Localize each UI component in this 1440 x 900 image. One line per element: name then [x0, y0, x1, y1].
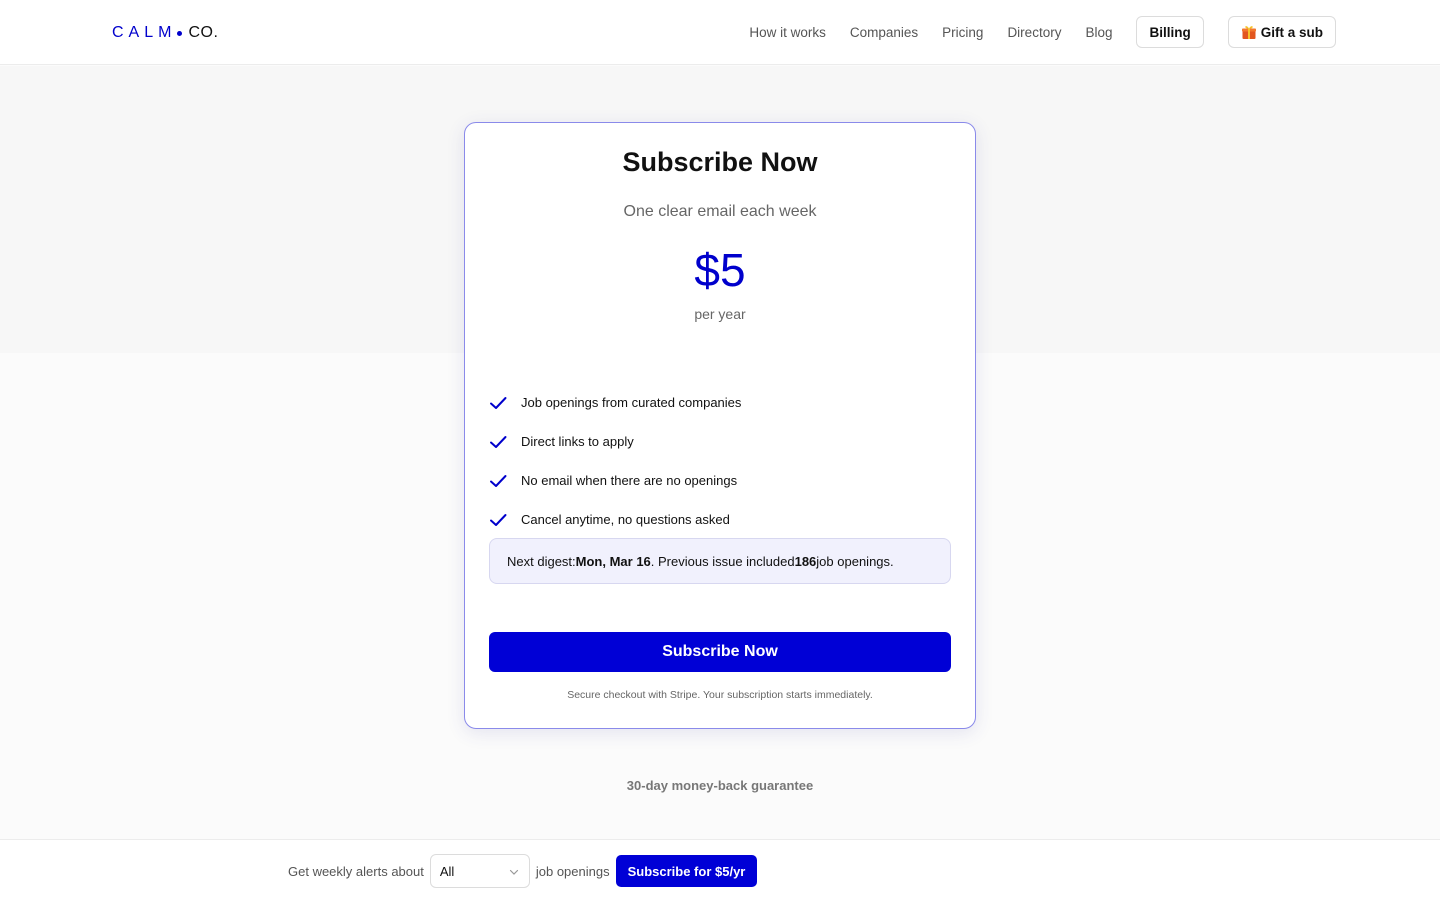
main-nav: How it works Companies Pricing Directory…	[749, 16, 1336, 48]
nav-link-pricing[interactable]: Pricing	[942, 25, 983, 40]
digest-middle: . Previous issue included	[650, 553, 795, 569]
feature-text: Direct links to apply	[521, 434, 634, 449]
alert-bar-prefix: Get weekly alerts about	[288, 863, 424, 879]
digest-suffix: job openings.	[816, 553, 894, 569]
logo-calm-text: CALM	[112, 24, 177, 41]
nav-link-companies[interactable]: Companies	[850, 25, 918, 40]
feature-text: Job openings from curated companies	[521, 395, 742, 410]
subscribe-for-price-button[interactable]: Subscribe for $5/yr	[615, 855, 758, 887]
gift-a-sub-button[interactable]: Gift a sub	[1227, 16, 1336, 48]
alert-bar-content: Get weekly alerts about All job openings…	[288, 854, 758, 888]
digest-count: 186	[794, 553, 817, 569]
nav-link-blog[interactable]: Blog	[1085, 25, 1112, 40]
site-header: CALM CO. How it works Companies Pricing …	[0, 0, 1440, 65]
feature-text: No email when there are no openings	[521, 473, 738, 488]
pricing-card: Subscribe Now One clear email each week …	[464, 122, 976, 729]
price-amount: $5	[694, 244, 746, 296]
digest-date: Mon, Mar 16	[575, 553, 651, 569]
alert-bar-suffix: job openings	[535, 863, 610, 879]
chevron-down-icon	[509, 869, 518, 875]
billing-button[interactable]: Billing	[1136, 16, 1204, 48]
pricing-card-title: Subscribe Now	[622, 147, 818, 177]
check-icon	[490, 513, 507, 526]
secure-checkout-note: Secure checkout with Stripe. Your subscr…	[567, 689, 873, 701]
site-logo[interactable]: CALM CO.	[112, 22, 218, 44]
logo-dot	[177, 30, 183, 36]
category-select[interactable]: All	[429, 854, 530, 888]
gift-a-sub-label: Gift a sub	[1260, 24, 1323, 40]
feature-list: Job openings from curated companies Dire…	[489, 383, 949, 539]
feature-item: Job openings from curated companies	[489, 383, 949, 422]
nav-link-how-it-works[interactable]: How it works	[749, 25, 826, 40]
subscribe-now-button[interactable]: Subscribe Now	[489, 632, 951, 672]
nav-link-directory[interactable]: Directory	[1007, 25, 1061, 40]
check-icon	[490, 396, 507, 409]
pricing-card-subtitle: One clear email each week	[623, 203, 817, 220]
check-icon	[490, 435, 507, 448]
logo-co-text: CO.	[188, 24, 219, 41]
money-back-guarantee: 30-day money-back guarantee	[626, 778, 814, 793]
digest-prefix: Next digest:	[507, 553, 576, 569]
check-icon	[490, 474, 507, 487]
next-digest-info: Next digest: Mon, Mar 16. Previous issue…	[489, 538, 951, 584]
gift-icon	[1241, 26, 1256, 39]
feature-text: Cancel anytime, no questions asked	[521, 512, 730, 527]
feature-item: Direct links to apply	[489, 422, 949, 461]
category-select-value: All	[439, 863, 455, 879]
sticky-alert-bar: Get weekly alerts about All job openings…	[0, 839, 1440, 900]
price-period: per year	[694, 306, 746, 322]
billing-button-label: Billing	[1149, 24, 1191, 40]
feature-item: Cancel anytime, no questions asked	[489, 500, 949, 539]
feature-item: No email when there are no openings	[489, 461, 949, 500]
